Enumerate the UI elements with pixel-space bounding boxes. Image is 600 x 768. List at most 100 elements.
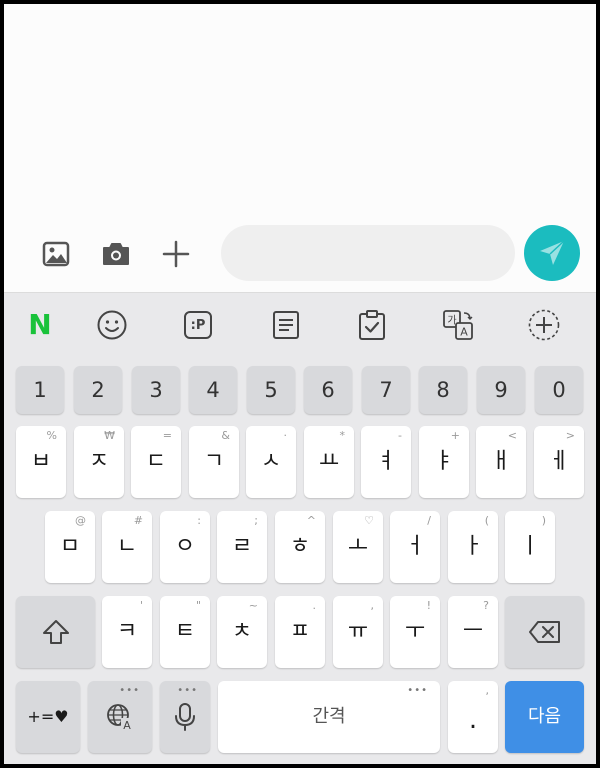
key-kieuk[interactable]: ' ㅋ [102, 596, 152, 668]
key-i[interactable]: ) ㅣ [505, 511, 555, 583]
key-8[interactable]: 8 [419, 366, 467, 414]
camera-icon [103, 243, 129, 265]
send-icon [540, 240, 565, 265]
key-hint: ~ [248, 599, 258, 612]
key-label: ㅇ [174, 534, 196, 559]
key-label: 2 [91, 377, 105, 402]
key-pieup[interactable]: .ㅍ [275, 596, 325, 668]
key-giyeok[interactable]: & ㄱ [189, 426, 239, 498]
send-button[interactable] [524, 225, 580, 281]
naver-button[interactable]: N [22, 307, 58, 343]
key-hint: ) [541, 514, 546, 527]
key-label: +=♥ [27, 707, 69, 726]
memo-button[interactable] [268, 307, 304, 343]
key-label: ㄷ [145, 449, 167, 474]
key-hint: # [133, 514, 143, 527]
key-eu[interactable]: ? ㅡ [448, 596, 498, 668]
key-label: ㅅ [260, 449, 282, 474]
key-label: 4 [206, 377, 220, 402]
key-e[interactable]: > ㅔ [534, 426, 584, 498]
key-label: ㅁ [59, 534, 81, 559]
camera-button[interactable] [96, 234, 136, 274]
key-4[interactable]: 4 [189, 366, 237, 414]
key-label: ㅍ [289, 619, 311, 644]
key-jieut[interactable]: ₩ ㅈ [74, 426, 124, 498]
translate-button[interactable]: 가 A [440, 307, 476, 343]
key-hint: ; [254, 514, 258, 527]
voice-input-key[interactable]: ••• [160, 681, 210, 753]
key-7[interactable]: 7 [362, 366, 410, 414]
key-o[interactable]: ♡ ㅗ [333, 511, 383, 583]
key-yo[interactable]: * ㅛ [304, 426, 354, 498]
key-tieut[interactable]: " ㅌ [160, 596, 210, 668]
add-tool-button[interactable] [526, 307, 562, 343]
key-yu[interactable]: ,ㅠ [333, 596, 383, 668]
key-label: . [468, 705, 478, 735]
key-label: ㅑ [433, 449, 455, 474]
key-hieut[interactable]: ^ ㅎ [275, 511, 325, 583]
backspace-icon [528, 621, 560, 643]
key-label: ㅕ [375, 449, 397, 474]
key-0[interactable]: 0 [535, 366, 583, 414]
key-siot[interactable]: · ㅅ [246, 426, 296, 498]
key-label: ㅣ [519, 534, 541, 559]
key-yeo[interactable]: -ㅕ [361, 426, 411, 498]
message-input[interactable] [221, 225, 515, 281]
add-attachment-button[interactable] [156, 234, 196, 274]
keyboard: N :P 가 A 1 2 3 4 5 6 7 8 9 0 % ㅂ ₩ ㅈ = ㄷ… [4, 292, 596, 764]
key-hint: & [221, 429, 230, 442]
key-3[interactable]: 3 [132, 366, 180, 414]
key-hint: ' [139, 599, 143, 612]
key-bieup[interactable]: % ㅂ [16, 426, 66, 498]
gallery-button[interactable] [36, 234, 76, 274]
key-hint: ? [483, 599, 489, 612]
key-1[interactable]: 1 [16, 366, 64, 414]
key-eo[interactable]: / ㅓ [390, 511, 440, 583]
next-key[interactable]: 다음 [505, 681, 584, 753]
key-2[interactable]: 2 [74, 366, 122, 414]
shift-key[interactable] [16, 596, 95, 668]
key-hint: / [427, 514, 431, 527]
key-ieung[interactable]: :ㅇ [160, 511, 210, 583]
key-hint: ₩ [104, 429, 115, 442]
key-label: 9 [494, 377, 508, 402]
shift-icon [42, 620, 69, 644]
key-mieum[interactable]: @ ㅁ [45, 511, 95, 583]
sticker-button[interactable]: :P [180, 307, 216, 343]
key-digeut[interactable]: = ㄷ [131, 426, 181, 498]
key-hint: , [485, 684, 490, 697]
space-key[interactable]: ••• 간격 [218, 681, 440, 753]
add-tool-icon [528, 309, 560, 341]
key-label: ㅡ [462, 619, 484, 644]
key-chieut[interactable]: ~ ㅊ [217, 596, 267, 668]
key-label: ㅠ [347, 619, 369, 644]
symbols-key[interactable]: +=♥ [16, 681, 80, 753]
key-u[interactable]: ! ㅜ [390, 596, 440, 668]
clipboard-button[interactable] [354, 307, 390, 343]
key-hint: @ [75, 514, 86, 527]
key-a[interactable]: (ㅏ [448, 511, 498, 583]
key-hint: - [398, 429, 402, 442]
screen: N :P 가 A 1 2 3 4 5 6 7 8 9 0 % ㅂ ₩ ㅈ = ㄷ… [4, 4, 596, 764]
key-nieun[interactable]: # ㄴ [102, 511, 152, 583]
naver-logo-icon: N [28, 308, 52, 341]
plus-icon [162, 240, 190, 268]
key-ya[interactable]: + ㅑ [419, 426, 469, 498]
key-label: 7 [379, 377, 393, 402]
language-key[interactable]: ••• A [88, 681, 152, 753]
key-hint: ♡ [364, 514, 374, 527]
key-hint: . [312, 599, 317, 612]
period-key[interactable]: , . [448, 681, 498, 753]
key-rieul[interactable]: ; ㄹ [217, 511, 267, 583]
backspace-key[interactable] [505, 596, 584, 668]
key-hint: % [46, 429, 57, 442]
key-label: ㅋ [116, 619, 138, 644]
key-ae[interactable]: < ㅐ [476, 426, 526, 498]
emoji-button[interactable] [94, 307, 130, 343]
key-6[interactable]: 6 [304, 366, 352, 414]
key-9[interactable]: 9 [477, 366, 525, 414]
key-label: ㅛ [318, 449, 340, 474]
key-5[interactable]: 5 [247, 366, 295, 414]
translate-icon: 가 A [443, 310, 473, 340]
key-hint: · [283, 429, 288, 442]
